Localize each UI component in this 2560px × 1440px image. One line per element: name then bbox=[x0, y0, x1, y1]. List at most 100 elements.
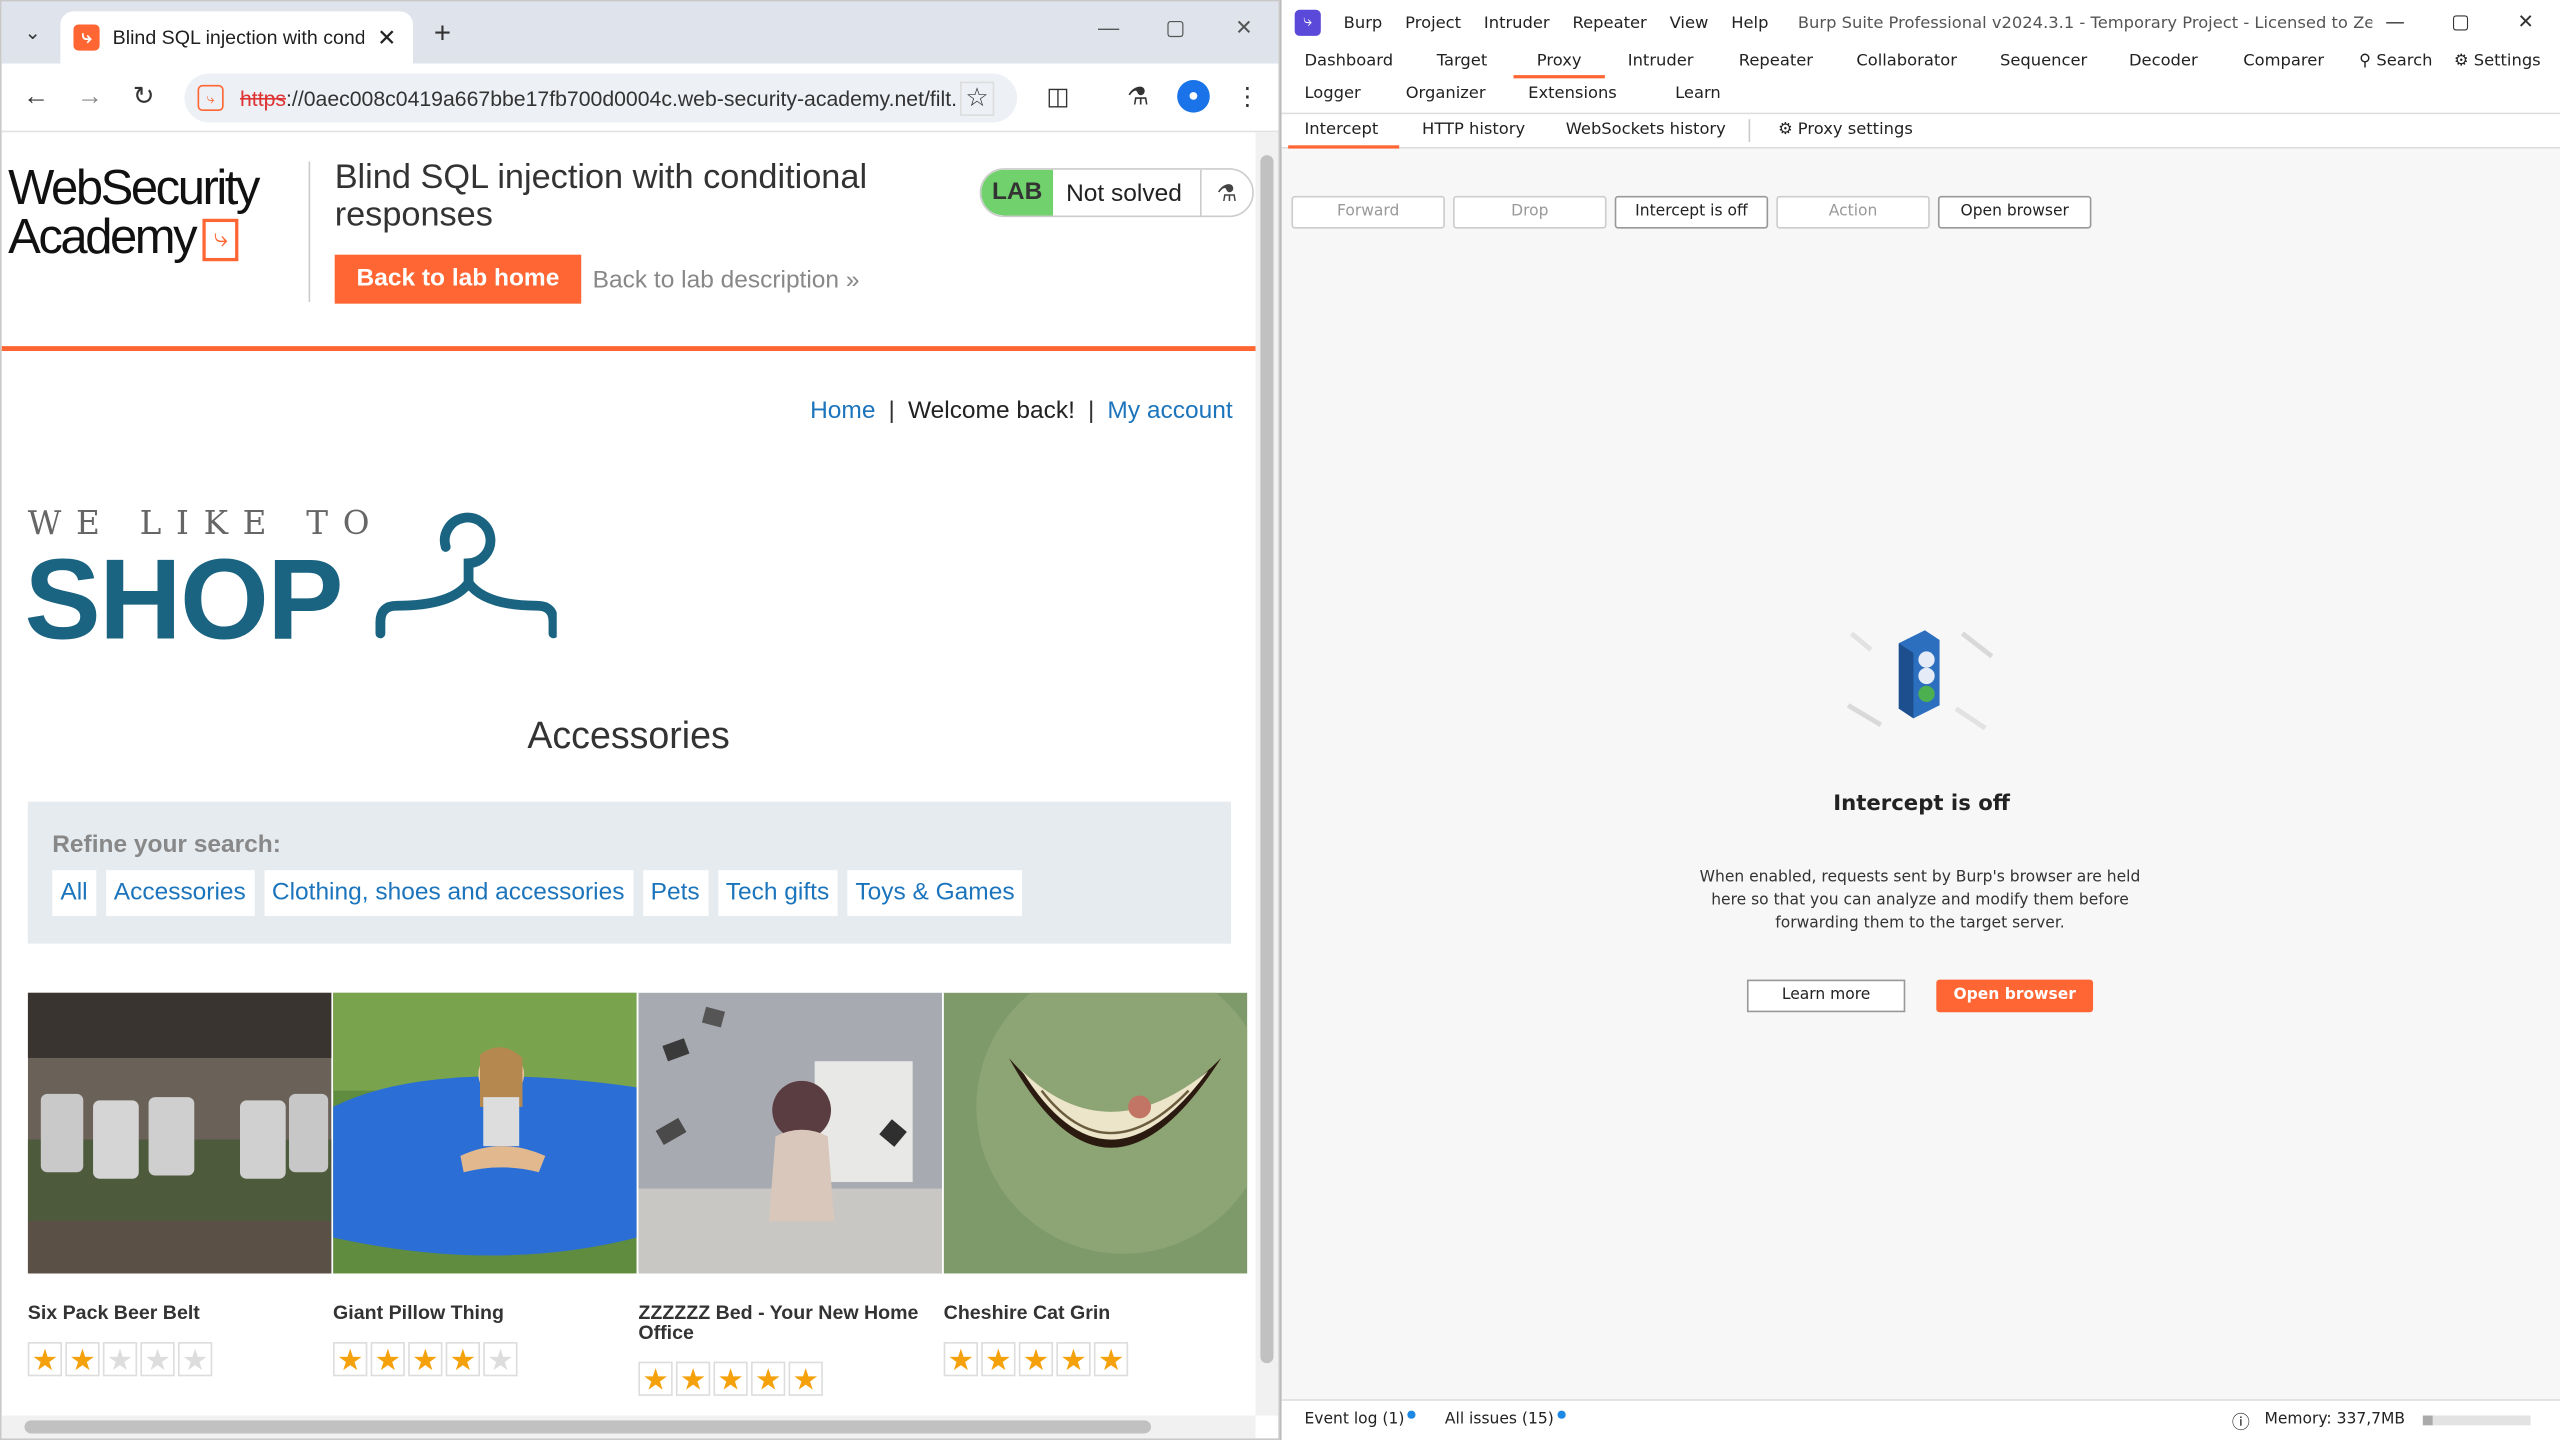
tab-repeater[interactable]: Repeater bbox=[1722, 46, 1829, 79]
filter-tech-gifts[interactable]: Tech gifts bbox=[717, 870, 838, 916]
forward-arrow-icon[interactable]: → bbox=[72, 80, 108, 116]
star-icon: ★ bbox=[65, 1342, 100, 1377]
address-bar[interactable]: ⤷ https://0aec008c0419a667bbe17fb700d000… bbox=[184, 73, 1018, 123]
minimize-icon[interactable]: — bbox=[1092, 15, 1125, 39]
profile-avatar-icon[interactable]: ● bbox=[1177, 79, 1210, 113]
proxy-settings-link[interactable]: ⚙ Proxy settings bbox=[1762, 114, 1930, 148]
all-issues-link[interactable]: All issues (15) bbox=[1445, 1410, 1566, 1429]
vertical-scroll-thumb[interactable] bbox=[1260, 155, 1274, 1364]
product-card[interactable]: ZZZZZZ Bed - Your New Home Office ★ ★ ★ ★ ★ bbox=[638, 992, 943, 1396]
page-content: WebSecurity Academy ⤷ Blind SQL injection… bbox=[1, 132, 1256, 1415]
tab-proxy[interactable]: Proxy bbox=[1513, 46, 1605, 79]
burp-logo-icon: ⤷ bbox=[1294, 9, 1321, 36]
star-icon: ★ bbox=[445, 1342, 480, 1377]
subtab-intercept[interactable]: Intercept bbox=[1288, 114, 1400, 149]
burp-settings[interactable]: ⚙ Settings bbox=[2438, 46, 2557, 79]
filter-all[interactable]: All bbox=[52, 870, 96, 916]
lab-status-badge: LAB Not solved ⚗ bbox=[979, 168, 1254, 218]
web-security-academy-logo[interactable]: WebSecurity Academy ⤷ bbox=[8, 161, 310, 265]
open-browser-cta-button[interactable]: Open browser bbox=[1936, 979, 2094, 1013]
extensions-icon[interactable]: ◫ bbox=[1040, 80, 1076, 116]
menu-burp[interactable]: Burp bbox=[1344, 14, 1383, 32]
product-name[interactable]: ZZZZZZ Bed - Your New Home Office bbox=[638, 1303, 943, 1342]
learn-more-button[interactable]: Learn more bbox=[1746, 979, 1906, 1013]
event-log-link[interactable]: Event log (1) bbox=[1304, 1410, 1416, 1429]
product-card[interactable]: Six Pack Beer Belt ★ ★ ★ ★ ★ bbox=[27, 992, 333, 1377]
labs-flask-icon[interactable]: ⚗ bbox=[1120, 80, 1156, 116]
horizontal-scroll-thumb[interactable] bbox=[24, 1420, 1152, 1434]
subtab-separator bbox=[1748, 119, 1751, 143]
rating-stars: ★ ★ ★ ★ ★ bbox=[638, 1361, 943, 1396]
browser-toolbar: ← → ↻ ⤷ https://0aec008c0419a667bbe17fb7… bbox=[1, 63, 1279, 133]
burp-maximize-icon[interactable]: ▢ bbox=[2444, 10, 2477, 33]
reload-icon[interactable]: ↻ bbox=[126, 80, 162, 116]
intercept-description: When enabled, requests sent by Burp's br… bbox=[1699, 868, 2141, 933]
menu-repeater[interactable]: Repeater bbox=[1573, 14, 1647, 32]
product-name[interactable]: Giant Pillow Thing bbox=[333, 1303, 638, 1323]
product-image[interactable] bbox=[943, 992, 1248, 1274]
menu-intruder[interactable]: Intruder bbox=[1484, 14, 1550, 32]
tab-decoder[interactable]: Decoder bbox=[2113, 46, 2214, 79]
menu-project[interactable]: Project bbox=[1405, 14, 1461, 32]
tab-learn[interactable]: Learn bbox=[1659, 78, 1737, 111]
open-browser-button[interactable]: Open browser bbox=[1937, 195, 2092, 229]
nav-my-account-link[interactable]: My account bbox=[1107, 397, 1232, 425]
tab-extensions[interactable]: Extensions bbox=[1512, 78, 1633, 111]
tab-logger[interactable]: Logger bbox=[1288, 78, 1377, 111]
tab-comparer[interactable]: Comparer bbox=[2227, 46, 2340, 79]
product-image[interactable] bbox=[638, 992, 943, 1274]
nav-home-link[interactable]: Home bbox=[810, 397, 875, 425]
star-icon: ★ bbox=[675, 1361, 711, 1396]
gear-icon: ⚙ bbox=[2453, 52, 2469, 71]
site-info-icon[interactable]: ⤷ bbox=[197, 84, 224, 112]
menu-view[interactable]: View bbox=[1670, 14, 1709, 32]
close-tab-icon[interactable]: ✕ bbox=[377, 24, 396, 52]
star-icon: ★ bbox=[638, 1361, 673, 1396]
close-window-icon[interactable]: ✕ bbox=[1228, 15, 1261, 41]
memory-bar-fill bbox=[2422, 1415, 2433, 1426]
bookmark-star-icon[interactable]: ☆ bbox=[959, 81, 995, 116]
action-button[interactable]: Action bbox=[1776, 195, 1930, 229]
menu-help[interactable]: Help bbox=[1731, 14, 1768, 32]
tab-organizer[interactable]: Organizer bbox=[1389, 78, 1502, 111]
new-tab-icon[interactable]: + bbox=[426, 15, 459, 51]
menu-kebab-icon[interactable]: ⋮ bbox=[1229, 80, 1265, 116]
header-divider bbox=[308, 161, 311, 303]
product-card[interactable]: Cheshire Cat Grin ★ ★ ★ ★ ★ bbox=[943, 992, 1249, 1377]
tab-search-icon[interactable]: ⌄ bbox=[15, 15, 51, 51]
product-image[interactable] bbox=[27, 992, 332, 1274]
forward-button[interactable]: Forward bbox=[1291, 195, 1445, 229]
back-arrow-icon[interactable]: ← bbox=[18, 80, 54, 116]
subtab-websockets-history[interactable]: WebSockets history bbox=[1549, 114, 1742, 148]
burp-search[interactable]: ⚲ Search bbox=[2343, 46, 2449, 79]
product-card[interactable]: Giant Pillow Thing ★ ★ ★ ★ ★ bbox=[333, 992, 638, 1377]
intercept-toggle-button[interactable]: Intercept is off bbox=[1614, 195, 1769, 229]
tab-dashboard[interactable]: Dashboard bbox=[1288, 46, 1409, 79]
back-to-lab-description-link[interactable]: Back to lab description » bbox=[593, 266, 860, 294]
burp-minimize-icon[interactable]: — bbox=[2379, 10, 2412, 33]
filter-pets[interactable]: Pets bbox=[642, 870, 708, 916]
product-name[interactable]: Six Pack Beer Belt bbox=[28, 1303, 333, 1323]
horizontal-scrollbar[interactable] bbox=[1, 1415, 1256, 1439]
browser-tab[interactable]: ⤷ Blind SQL injection with conditi ✕ bbox=[60, 11, 414, 64]
back-to-lab-home-button[interactable]: Back to lab home bbox=[334, 254, 582, 304]
subtab-http-history[interactable]: HTTP history bbox=[1406, 114, 1542, 148]
url-text[interactable]: https://0aec008c0419a667bbe17fb700d0004c… bbox=[240, 86, 958, 110]
burp-close-icon[interactable]: ✕ bbox=[2509, 10, 2542, 33]
tab-collaborator[interactable]: Collaborator bbox=[1840, 46, 1973, 79]
vertical-scrollbar[interactable] bbox=[1255, 132, 1279, 1416]
search-label: Search bbox=[2376, 52, 2433, 71]
tab-target[interactable]: Target bbox=[1420, 46, 1503, 79]
logo-line1: WebSecurity bbox=[8, 161, 260, 216]
filter-toys-games[interactable]: Toys & Games bbox=[847, 870, 1023, 916]
filter-accessories[interactable]: Accessories bbox=[105, 870, 254, 916]
maximize-icon[interactable]: ▢ bbox=[1159, 15, 1192, 41]
logo-line2: Academy bbox=[8, 210, 197, 265]
tab-intruder[interactable]: Intruder bbox=[1611, 46, 1709, 79]
tab-sequencer[interactable]: Sequencer bbox=[1984, 46, 2104, 79]
info-icon[interactable]: ⓘ bbox=[2232, 1409, 2250, 1435]
drop-button[interactable]: Drop bbox=[1453, 195, 1607, 229]
product-name[interactable]: Cheshire Cat Grin bbox=[944, 1303, 1249, 1323]
filter-clothing[interactable]: Clothing, shoes and accessories bbox=[263, 870, 633, 916]
product-image[interactable] bbox=[333, 992, 637, 1274]
